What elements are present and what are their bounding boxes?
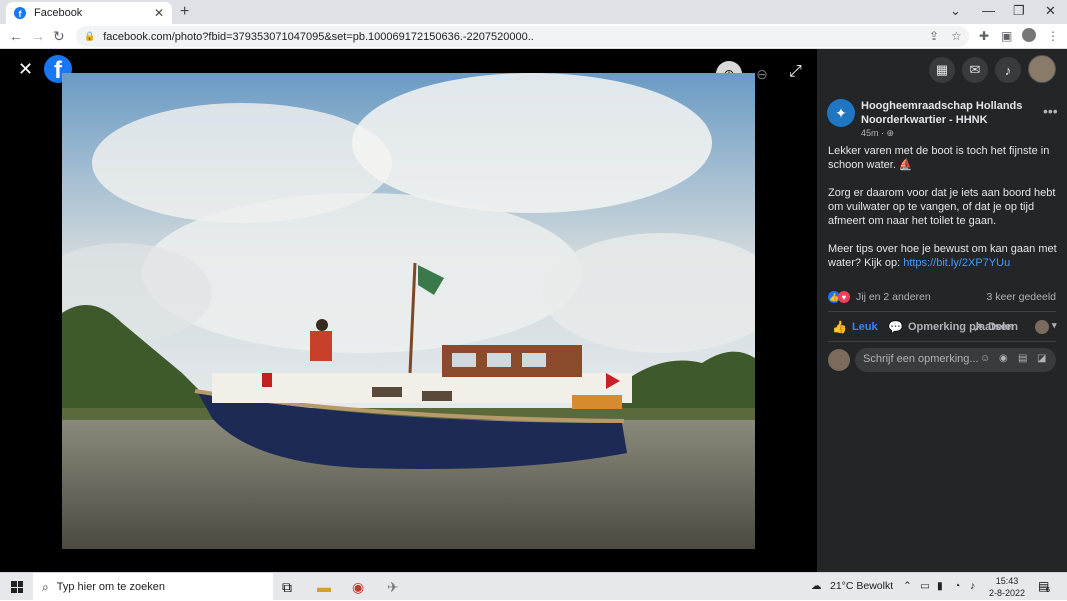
file-explorer-icon[interactable]: ▬ (317, 579, 331, 595)
url-input[interactable]: 🔒 facebook.com/photo?fbid=37935307104709… (76, 26, 969, 47)
close-viewer-icon[interactable]: ✕ (18, 59, 33, 80)
new-tab-button[interactable]: + (180, 3, 189, 21)
like-button[interactable]: 👍 Leuk (832, 320, 878, 334)
account-avatar[interactable] (1028, 55, 1056, 83)
more-options-icon[interactable]: ••• (1043, 103, 1058, 119)
photo-viewer: ✕ f ⊕ ⊖ ⤢ (0, 49, 817, 572)
system-clock[interactable]: 15:43 2-8-2022 (988, 575, 1026, 599)
taskbar-search-placeholder: Typ hier om te zoeken (56, 581, 165, 593)
post-paragraph: Lekker varen met de boot is toch het fij… (828, 145, 1050, 171)
notification-count: 6 (1046, 587, 1050, 594)
task-view-icon[interactable]: ⧉ (282, 579, 292, 596)
share-button[interactable]: ↗ Delen (973, 320, 1018, 334)
post-timestamp[interactable]: 45m · ⊕ (861, 128, 894, 139)
maximize-button[interactable]: ❐ (1013, 3, 1025, 19)
thumbs-up-icon: 👍 (832, 320, 847, 334)
chrome-icon[interactable]: ◉ (352, 579, 364, 596)
facebook-favicon-icon: f (14, 7, 26, 19)
weather-icon[interactable]: ☁ (811, 580, 822, 592)
boat-photo-image (62, 73, 755, 549)
back-icon[interactable]: ← (9, 28, 23, 44)
battery-icon[interactable]: ▮ (937, 580, 943, 592)
comment-composer: Schrijf een opmerking... ☺ ◉ ▤ ◪ (828, 348, 1056, 372)
love-reaction-icon[interactable]: ♥ (838, 291, 850, 303)
camera-icon[interactable]: ◉ (999, 353, 1008, 364)
reload-icon[interactable]: ↻ (53, 28, 65, 45)
app-icon[interactable]: ✈ (387, 579, 399, 596)
profile-avatar-icon[interactable] (1022, 28, 1036, 42)
post-body: Lekker varen met de boot is toch het fij… (828, 144, 1058, 284)
weather-text[interactable]: 21°C Bewolkt (830, 580, 893, 592)
reactions-bar: 👍 ♥ Jij en 2 anderen 3 keer gedeeld (828, 291, 1056, 303)
post-paragraph: Zorg er daarom voor dat je iets aan boor… (828, 187, 1056, 227)
lock-icon[interactable]: 🔒 (84, 31, 95, 42)
share-arrow-icon: ↗ (973, 320, 984, 334)
windows-start-icon[interactable] (11, 581, 23, 593)
divider (828, 341, 1056, 342)
address-bar: ← → ↻ 🔒 facebook.com/photo?fbid=37935307… (0, 24, 1067, 49)
fullscreen-icon[interactable]: ⤢ (789, 63, 802, 81)
chevron-up-icon[interactable]: ⌃ (903, 580, 912, 592)
tab-title: Facebook (34, 7, 83, 19)
comment-icon: 💬 (888, 320, 903, 334)
post-link[interactable]: https://bit.ly/2XP7YUu (903, 257, 1010, 269)
device-icon[interactable]: ▭ (920, 580, 930, 592)
search-icon: ⌕ (42, 579, 49, 594)
messenger-icon[interactable]: ✉ (962, 57, 988, 83)
forward-icon[interactable]: → (31, 28, 45, 44)
top-nav: ▦ ✉ ♪ (817, 49, 1067, 89)
page-avatar[interactable]: ✦ (827, 99, 855, 127)
windows-taskbar: ⌕ Typ hier om te zoeken ⧉ ▬ ◉ ✈ ☁ 21°C B… (0, 572, 1067, 601)
comment-placeholder: Schrijf een opmerking... (863, 353, 979, 365)
bookmark-star-icon[interactable]: ☆ (951, 29, 962, 43)
browser-menu-icon[interactable]: ⋮ (1047, 29, 1059, 43)
clock-time: 15:43 (995, 576, 1019, 586)
post-time[interactable]: 45m (861, 128, 879, 138)
caret-down-icon[interactable]: ▾ (1052, 320, 1057, 331)
browser-tab-bar: f Facebook ✕ + ⌄ — ❐ ✕ (0, 0, 1067, 24)
tab-close-icon[interactable]: ✕ (154, 6, 164, 20)
globe-icon: · ⊕ (881, 128, 895, 138)
share-icon[interactable]: ⇪ (929, 29, 939, 43)
divider (828, 311, 1056, 312)
clock-date: 2-8-2022 (988, 588, 1026, 598)
volume-icon[interactable]: ♪ (970, 580, 975, 592)
url-text: facebook.com/photo?fbid=379353071047095&… (103, 30, 534, 43)
emoji-icon[interactable]: ☺ (980, 353, 990, 364)
page-name-link[interactable]: Hoogheemraadschap Hollands Noorderkwarti… (861, 99, 1031, 127)
post-photo[interactable] (62, 73, 755, 549)
close-window-button[interactable]: ✕ (1045, 3, 1056, 19)
minimize-button[interactable]: — (982, 3, 995, 18)
reactions-count[interactable]: Jij en 2 anderen (856, 291, 931, 303)
reaction-avatar-selector[interactable] (1035, 320, 1049, 334)
post-side-panel: ▦ ✉ ♪ ✦ Hoogheemraadschap Hollands Noord… (817, 49, 1067, 572)
user-avatar[interactable] (828, 349, 850, 371)
taskbar-search-input[interactable]: ⌕ Typ hier om te zoeken (33, 573, 273, 601)
tab-search-icon[interactable]: ⌄ (950, 3, 961, 19)
shares-count[interactable]: 3 keer gedeeld (987, 291, 1056, 303)
notifications-bell-icon[interactable]: ♪ (995, 57, 1021, 83)
like-label: Leuk (851, 321, 878, 333)
share-label: Delen (988, 321, 1019, 333)
gif-icon[interactable]: ▤ (1018, 353, 1027, 364)
post-paragraph: Meer tips over hoe je bewust om kan gaan… (828, 242, 1058, 270)
extensions-icon[interactable]: ✚ (979, 29, 989, 43)
tab-facebook[interactable]: f Facebook ✕ (6, 2, 172, 24)
post-actions: 👍 Leuk 💬 Opmerking plaatsen ↗ Delen ▾ (828, 318, 1066, 338)
grid-menu-icon[interactable]: ▦ (929, 57, 955, 83)
wifi-icon[interactable]: ◔ (954, 580, 960, 592)
side-panel-icon[interactable]: ▣ (1001, 29, 1012, 43)
sticker-icon[interactable]: ◪ (1037, 353, 1046, 364)
